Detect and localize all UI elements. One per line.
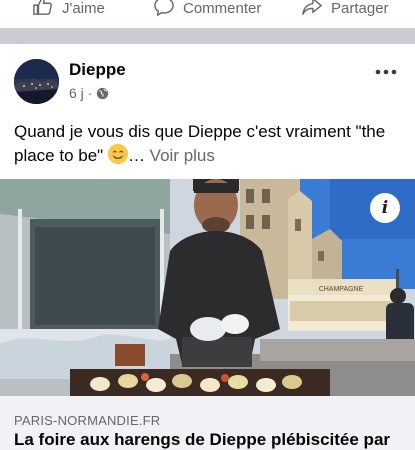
stall-sign-text: CHAMPAGNE: [319, 286, 364, 293]
herring-fair-photo-image: CHAMPAGNE: [0, 179, 415, 396]
share-label: Partager: [331, 0, 389, 17]
see-more-link[interactable]: Voir plus: [150, 146, 215, 165]
post-header: Dieppe 6 j ·: [0, 44, 415, 114]
post-time[interactable]: 6 j: [69, 85, 84, 101]
like-label: J'aime: [62, 0, 105, 17]
post-text: Quand je vous dis que Dieppe c'est vraim…: [14, 120, 404, 168]
like-button[interactable]: J'aime: [32, 0, 105, 17]
post-photo[interactable]: CHAMPAGNE i: [0, 179, 415, 396]
page-avatar[interactable]: [14, 59, 59, 104]
comment-button[interactable]: Commenter: [153, 0, 262, 17]
ad-info-button[interactable]: i: [370, 193, 400, 223]
link-preview[interactable]: PARIS-NORMANDIE.FR La foire aux harengs …: [0, 396, 415, 450]
feed-separator: [0, 28, 415, 44]
page-name[interactable]: Dieppe: [69, 60, 126, 80]
share-arrow-icon: [302, 0, 322, 15]
share-button[interactable]: Partager: [301, 0, 389, 17]
comment-label: Commenter: [183, 0, 262, 17]
comment-icon: [154, 0, 174, 16]
post-meta: 6 j ·: [69, 85, 109, 101]
dieppe-night-skyline-image: [14, 59, 59, 104]
thumbs-up-icon: [33, 0, 52, 15]
ellipsis: …: [127, 146, 145, 165]
post-action-bar: J'aime Commenter Partager: [0, 0, 415, 28]
meta-separator: ·: [87, 85, 93, 101]
more-dots-icon: [375, 69, 397, 75]
globe-icon: [97, 87, 109, 99]
smiling-face-emoji-icon: [107, 144, 128, 164]
link-domain: PARIS-NORMANDIE.FR: [14, 413, 161, 428]
info-icon: i: [381, 198, 389, 218]
link-title: La foire aux harengs de Dieppe plébiscit…: [14, 430, 391, 449]
more-options-button[interactable]: [375, 64, 397, 75]
